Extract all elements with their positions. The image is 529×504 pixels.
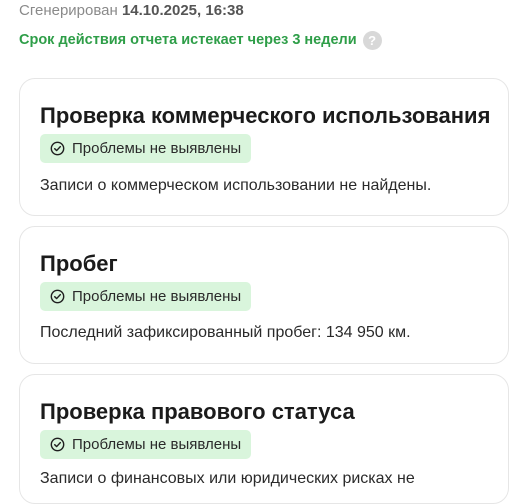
card-title: Проверка правового статуса (40, 399, 355, 424)
expiry-text: Срок действия отчета истекает через 3 не… (19, 32, 357, 48)
card-title: Пробег (40, 251, 118, 276)
report-expiry-notice: Срок действия отчета истекает через 3 не… (19, 30, 382, 50)
generated-date: 14.10.2025, 16:38 (121, 2, 244, 19)
status-badge-label: Проблемы не выявлены (72, 436, 242, 453)
question-circle-icon[interactable]: ? (362, 30, 382, 50)
check-circle-icon (50, 289, 65, 304)
status-badge: Проблемы не выявлены (40, 282, 252, 311)
commercial-use-card: Проверка коммерческого использования Про… (19, 78, 509, 216)
status-badge: Проблемы не выявлены (40, 430, 252, 459)
legal-status-card: Проверка правового статуса Проблемы не в… (19, 374, 509, 504)
check-circle-icon (50, 437, 65, 452)
card-description: Записи о финансовых или юридических риск… (40, 470, 415, 487)
mileage-card: Пробег Проблемы не выявлены Последний за… (19, 226, 509, 364)
card-description: Записи о коммерческом использовании не н… (40, 177, 432, 194)
check-circle-icon (50, 141, 65, 156)
status-badge-label: Проблемы не выявлены (72, 140, 242, 157)
generated-timestamp: Сгенерирован 14.10.2025, 16:38 (19, 2, 244, 20)
status-badge-label: Проблемы не выявлены (72, 288, 242, 305)
card-description: Последний зафиксированный пробег: 134 95… (40, 324, 411, 341)
card-title: Проверка коммерческого использования (40, 103, 491, 128)
status-badge: Проблемы не выявлены (40, 134, 252, 163)
generated-label: Сгенерирован (19, 2, 118, 19)
